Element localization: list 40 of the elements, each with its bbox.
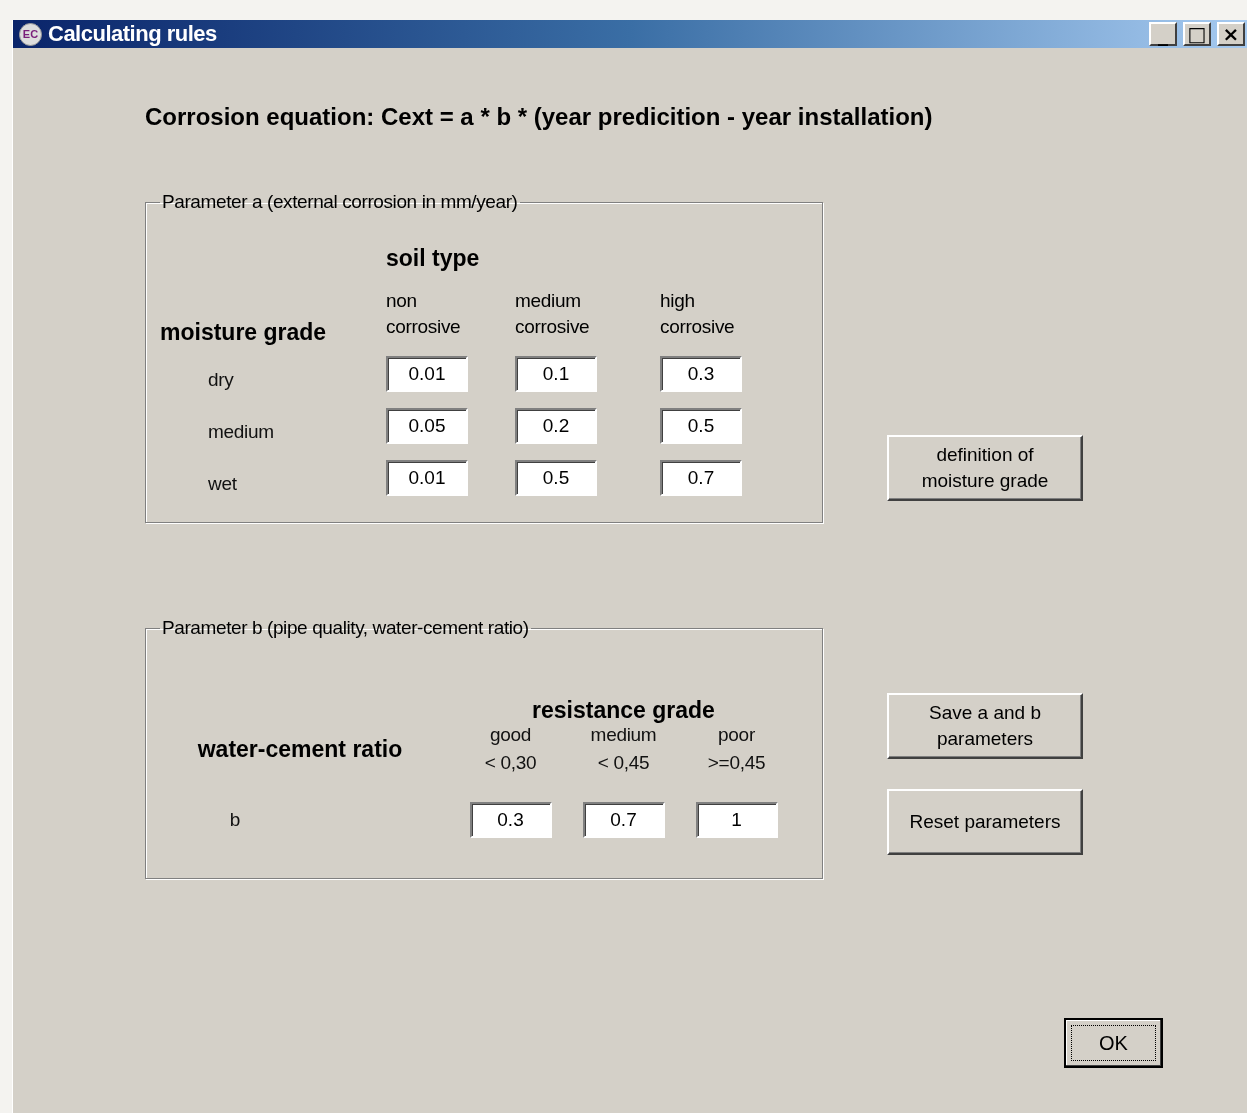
reset-button[interactable]: Reset parameters [887, 789, 1083, 855]
range-label: < 0,45 [597, 752, 650, 774]
row-label: b [229, 809, 241, 831]
value-field[interactable]: 0.05 [386, 408, 468, 444]
ok-button[interactable]: OK [1064, 1018, 1163, 1068]
value-field[interactable]: 0.01 [386, 460, 468, 496]
column-group-label: soil type [386, 245, 480, 272]
value-field[interactable]: 1 [695, 802, 778, 838]
value-field[interactable]: 0.5 [515, 460, 597, 496]
column-header: high corrosive [660, 289, 736, 339]
save-button[interactable]: Save a and b parameters [887, 693, 1083, 759]
row-group-label: water-cement ratio [197, 735, 403, 763]
equation-heading: Corrosion equation: Cext = a * b * (year predicition - year installation) [145, 103, 934, 132]
maximize-button[interactable]: □ [1183, 22, 1211, 46]
group-label: Parameter a (external corrosion in mm/year) [161, 191, 519, 213]
window-title: Calculating rules [48, 21, 218, 47]
value-field[interactable]: 0.1 [515, 356, 597, 392]
column-group-label: resistance grade [532, 697, 715, 724]
value-field[interactable]: 0.01 [386, 356, 468, 392]
value-field[interactable]: 0.3 [469, 802, 552, 838]
value-field[interactable]: 0.7 [582, 802, 665, 838]
definition-button[interactable]: definition of moisture grade [887, 435, 1083, 501]
value-field[interactable]: 0.7 [660, 460, 742, 496]
column-header: medium [590, 724, 657, 746]
range-label: >=0,45 [707, 752, 766, 774]
column-header: non corrosive [386, 289, 462, 339]
column-header: poor [718, 724, 755, 746]
row-group-label: moisture grade [160, 319, 328, 346]
value-field[interactable]: 0.2 [515, 408, 597, 444]
value-field[interactable]: 0.3 [660, 356, 742, 392]
row-label: dry [207, 369, 235, 391]
row-label: wet [207, 473, 238, 495]
app-icon: EC [19, 22, 42, 46]
column-header: medium corrosive [515, 289, 591, 339]
column-header: good [489, 724, 532, 746]
group-label: Parameter b (pipe quality, water-cement ratio) [161, 617, 530, 639]
row-label: medium [207, 421, 275, 443]
value-field[interactable]: 0.5 [660, 408, 742, 444]
close-button[interactable]: × [1217, 22, 1245, 46]
range-label: < 0,30 [484, 752, 537, 774]
